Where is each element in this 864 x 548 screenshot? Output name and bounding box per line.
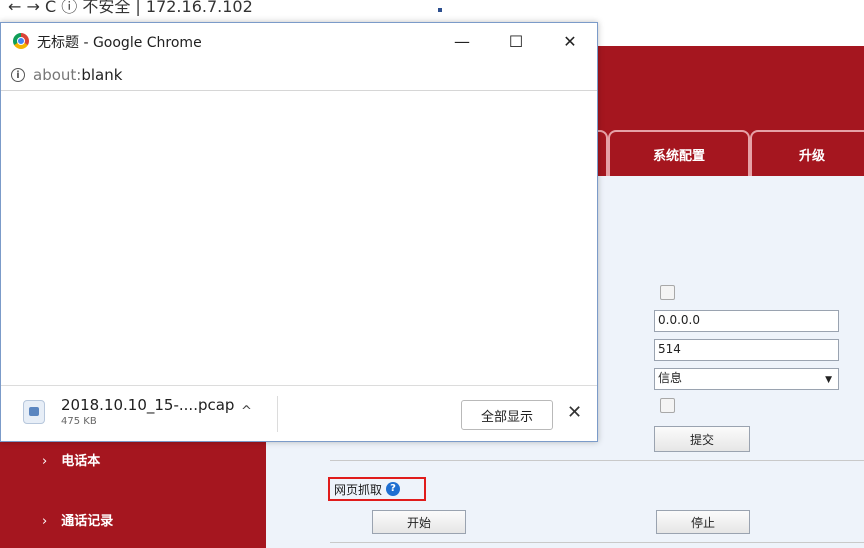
sidebar: › 电话本 › 通话记录: [0, 430, 266, 548]
maximize-button[interactable]: ☐: [493, 27, 539, 55]
download-file-size: 475 KB: [61, 416, 97, 427]
url-scheme: about:: [33, 66, 82, 84]
capture-title-text: 网页抓取: [334, 482, 383, 497]
submit-button[interactable]: 提交: [654, 426, 750, 452]
content-area: 0.0.0.0 514 信息 ▼ 提交: [598, 176, 864, 548]
sidebar-item-phonebook[interactable]: › 电话本: [42, 450, 100, 469]
chrome-logo-icon: [13, 33, 29, 49]
chevron-right-icon: ›: [42, 454, 48, 469]
start-capture-button[interactable]: 开始: [372, 510, 466, 534]
chevron-right-icon: ›: [42, 514, 48, 529]
info-icon[interactable]: i: [11, 68, 25, 82]
syslog-server-field[interactable]: 0.0.0.0: [654, 310, 839, 332]
help-icon[interactable]: ?: [386, 482, 401, 496]
minimize-button[interactable]: —: [439, 27, 485, 55]
url-text[interactable]: about:blank: [33, 66, 122, 84]
show-all-button[interactable]: 全部显示: [461, 400, 553, 430]
download-shelf: 2018.10.10_15-....pcap 475 KB ^ 全部显示 ✕: [1, 385, 597, 441]
sidebar-item-call-log[interactable]: › 通话记录: [42, 510, 113, 529]
app-header: [598, 46, 864, 128]
section-divider: [330, 542, 864, 543]
app-nav: 系统配置 升级: [588, 128, 864, 176]
marker-dot: [438, 8, 442, 12]
close-icon[interactable]: ✕: [567, 402, 582, 423]
sidebar-item-label: 通话记录: [61, 514, 114, 529]
window-titlebar[interactable]: 无标题 - Google Chrome — ☐ ✕: [1, 23, 597, 59]
section-divider: [330, 460, 864, 461]
divider: [277, 396, 278, 432]
syslog-level-select[interactable]: 信息 ▼: [654, 368, 839, 390]
address-bar[interactable]: i about:blank: [1, 59, 597, 91]
dropdown-arrow-icon: ▼: [825, 375, 832, 385]
web-capture-title: 网页抓取 ?: [328, 477, 426, 501]
syslog-port-field[interactable]: 514: [654, 339, 839, 361]
stop-capture-button[interactable]: 停止: [656, 510, 750, 534]
tab-system-config[interactable]: 系统配置: [608, 130, 750, 176]
syslog-level-value: 信息: [658, 371, 683, 385]
tab-upgrade[interactable]: 升级: [750, 130, 864, 176]
popup-window: 无标题 - Google Chrome — ☐ ✕ i about:blank …: [0, 22, 598, 442]
url-path: blank: [81, 66, 123, 84]
file-icon: [23, 400, 45, 424]
option-checkbox[interactable]: [660, 398, 675, 413]
background-address-text: ← → C ⓘ 不安全 | 172.16.7.102: [8, 0, 253, 16]
download-file-name[interactable]: 2018.10.10_15-....pcap: [61, 396, 234, 414]
sidebar-item-label: 电话本: [61, 454, 101, 469]
close-button[interactable]: ✕: [547, 27, 593, 55]
chevron-up-icon[interactable]: ^: [241, 404, 252, 419]
window-title: 无标题 - Google Chrome: [37, 35, 202, 51]
syslog-enable-checkbox[interactable]: [660, 285, 675, 300]
